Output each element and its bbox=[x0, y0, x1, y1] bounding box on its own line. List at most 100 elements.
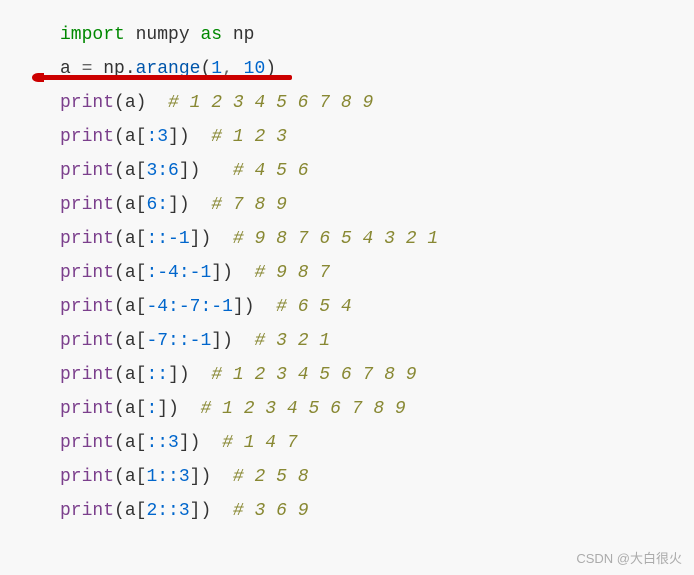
paren: ( bbox=[114, 365, 125, 385]
slice: :3 bbox=[146, 127, 168, 147]
code-line-2: a = np.arange(1, 10) bbox=[60, 52, 694, 86]
arg: a bbox=[125, 127, 136, 147]
comment: # 9 8 7 bbox=[233, 263, 330, 283]
bracket: ] bbox=[168, 195, 179, 215]
paren: ) bbox=[168, 399, 179, 419]
watermark: CSDN @大白很火 bbox=[576, 548, 682, 567]
slice: ::-1 bbox=[146, 229, 189, 249]
arg: a bbox=[125, 161, 136, 181]
slice: ::3 bbox=[146, 433, 178, 453]
comment: # 3 6 9 bbox=[211, 501, 308, 521]
arg: a bbox=[125, 93, 136, 113]
slice: 3:6 bbox=[146, 161, 178, 181]
keyword-import: import bbox=[60, 25, 125, 45]
paren: ( bbox=[114, 161, 125, 181]
arg: a bbox=[125, 467, 136, 487]
code-line-13: print(a[::3]) # 1 4 7 bbox=[60, 426, 694, 460]
arg: a bbox=[125, 229, 136, 249]
paren: ( bbox=[114, 127, 125, 147]
code-line-11: print(a[::]) # 1 2 3 4 5 6 7 8 9 bbox=[60, 358, 694, 392]
slice: 1::3 bbox=[146, 467, 189, 487]
code-line-9: print(a[-4:-7:-1]) # 6 5 4 bbox=[60, 290, 694, 324]
func-print: print bbox=[60, 195, 114, 215]
comment: # 3 2 1 bbox=[233, 331, 330, 351]
bracket: ] bbox=[190, 501, 201, 521]
paren: ( bbox=[114, 263, 125, 283]
paren: ) bbox=[190, 161, 201, 181]
func-print: print bbox=[60, 365, 114, 385]
arg: a bbox=[125, 433, 136, 453]
code-line-15: print(a[2::3]) # 3 6 9 bbox=[60, 494, 694, 528]
bracket: ] bbox=[233, 297, 244, 317]
paren: ) bbox=[179, 365, 190, 385]
bracket: ] bbox=[168, 365, 179, 385]
arg: a bbox=[125, 195, 136, 215]
paren: ( bbox=[114, 297, 125, 317]
bracket: ] bbox=[190, 229, 201, 249]
code-line-12: print(a[:]) # 1 2 3 4 5 6 7 8 9 bbox=[60, 392, 694, 426]
code-line-6: print(a[6:]) # 7 8 9 bbox=[60, 188, 694, 222]
func-print: print bbox=[60, 297, 114, 317]
paren: ) bbox=[179, 195, 190, 215]
code-line-8: print(a[:-4:-1]) # 9 8 7 bbox=[60, 256, 694, 290]
func-print: print bbox=[60, 161, 114, 181]
bracket: [ bbox=[136, 195, 147, 215]
paren: ) bbox=[190, 433, 201, 453]
module-name: numpy bbox=[125, 25, 201, 45]
arg: a bbox=[125, 399, 136, 419]
paren: ( bbox=[114, 229, 125, 249]
code-line-3: print(a) # 1 2 3 4 5 6 7 8 9 bbox=[60, 86, 694, 120]
func-print: print bbox=[60, 93, 114, 113]
bracket: ] bbox=[190, 467, 201, 487]
slice: 6: bbox=[146, 195, 168, 215]
paren: ) bbox=[222, 331, 233, 351]
paren: ( bbox=[114, 501, 125, 521]
bracket: [ bbox=[136, 263, 147, 283]
bracket: ] bbox=[179, 161, 190, 181]
bracket: [ bbox=[136, 467, 147, 487]
slice: :: bbox=[146, 365, 168, 385]
comment: # 1 4 7 bbox=[200, 433, 297, 453]
func-print: print bbox=[60, 263, 114, 283]
paren: ( bbox=[114, 467, 125, 487]
func-print: print bbox=[60, 127, 114, 147]
bracket: ] bbox=[168, 127, 179, 147]
paren: ) bbox=[222, 263, 233, 283]
slice: 2::3 bbox=[146, 501, 189, 521]
code-line-4: print(a[:3]) # 1 2 3 bbox=[60, 120, 694, 154]
code-line-5: print(a[3:6]) # 4 5 6 bbox=[60, 154, 694, 188]
code-line-14: print(a[1::3]) # 2 5 8 bbox=[60, 460, 694, 494]
paren: ) bbox=[200, 501, 211, 521]
slice: -4:-7:-1 bbox=[146, 297, 232, 317]
code-line-1: import numpy as np bbox=[60, 18, 694, 52]
bracket: ] bbox=[179, 433, 190, 453]
bracket: [ bbox=[136, 331, 147, 351]
arg: a bbox=[125, 297, 136, 317]
arg: a bbox=[125, 331, 136, 351]
comment: # 1 2 3 bbox=[190, 127, 287, 147]
paren: ) bbox=[179, 127, 190, 147]
bracket: ] bbox=[211, 263, 222, 283]
bracket: [ bbox=[136, 501, 147, 521]
comment: # 2 5 8 bbox=[211, 467, 308, 487]
comment: # 6 5 4 bbox=[255, 297, 352, 317]
comment: # 1 2 3 4 5 6 7 8 9 bbox=[179, 399, 406, 419]
bracket: [ bbox=[136, 399, 147, 419]
bracket: [ bbox=[136, 433, 147, 453]
bracket: [ bbox=[136, 127, 147, 147]
comment: # 4 5 6 bbox=[200, 161, 308, 181]
bracket: ] bbox=[157, 399, 168, 419]
func-print: print bbox=[60, 229, 114, 249]
code-line-10: print(a[-7::-1]) # 3 2 1 bbox=[60, 324, 694, 358]
paren: ( bbox=[114, 93, 125, 113]
slice: :-4:-1 bbox=[146, 263, 211, 283]
paren: ) bbox=[200, 467, 211, 487]
comment: # 9 8 7 6 5 4 3 2 1 bbox=[211, 229, 438, 249]
arg: a bbox=[125, 365, 136, 385]
func-print: print bbox=[60, 399, 114, 419]
bracket: [ bbox=[136, 365, 147, 385]
bracket: ] bbox=[211, 331, 222, 351]
func-print: print bbox=[60, 331, 114, 351]
paren: ) bbox=[244, 297, 255, 317]
bracket: [ bbox=[136, 161, 147, 181]
